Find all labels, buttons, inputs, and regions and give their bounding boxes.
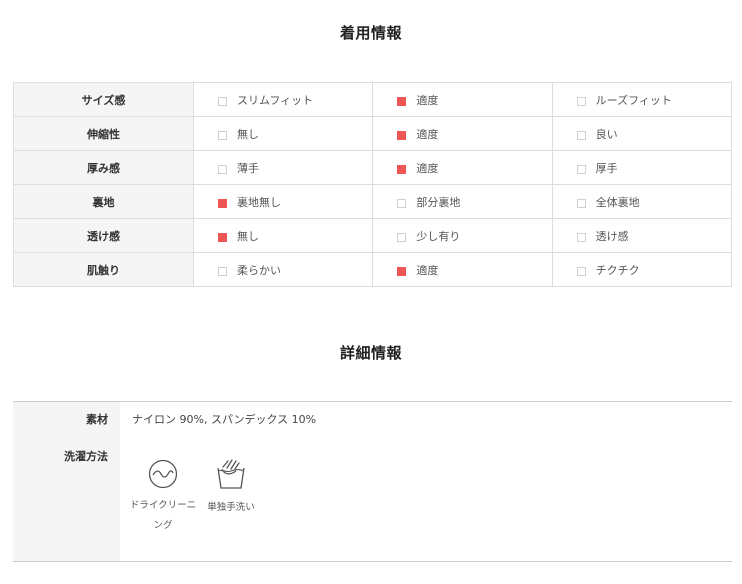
fit-row-label: 厚み感 <box>13 150 194 185</box>
detail-info-table: 素材 洗濯方法 ナイロン 90%, スパンデックス 10% ドライクリーニ ング… <box>13 401 732 562</box>
dry-clean-icon <box>125 458 201 490</box>
fit-option: 適度 <box>373 262 551 278</box>
fit-option-label: スリムフィット <box>237 93 314 107</box>
fit-option: 柔らかい <box>194 262 372 278</box>
fit-option-cell: チクチク <box>551 252 733 287</box>
fit-option-label: 適度 <box>416 127 439 141</box>
fit-option: 無し <box>194 228 372 244</box>
checked-box-icon <box>397 96 407 106</box>
fit-row: サイズ感 スリムフィット 適度 ルーズフィット <box>13 82 733 117</box>
fit-option-cell: 部分裏地 <box>372 184 553 219</box>
fit-option-cell: スリムフィット <box>192 82 374 117</box>
fit-option-label: 無し <box>237 229 259 243</box>
checked-box-icon <box>397 266 407 276</box>
fit-option-label: 裏地無し <box>237 195 281 209</box>
fit-option-cell: 適度 <box>372 252 553 287</box>
wash-item-dry-clean: ドライクリーニ ング <box>125 458 201 536</box>
unchecked-box-icon <box>576 198 586 208</box>
fit-option: 少し有り <box>373 228 551 244</box>
fit-row: 裏地 裏地無し 部分裏地 全体裏地 <box>13 184 733 219</box>
washing-label: 洗濯方法 <box>64 450 108 463</box>
fit-option: 無し <box>194 126 372 142</box>
checked-box-icon <box>218 198 227 208</box>
detail-label-column: 素材 洗濯方法 <box>13 402 120 561</box>
fit-option-label: 薄手 <box>237 161 259 175</box>
unchecked-box-icon <box>397 198 407 208</box>
fit-option-cell: 適度 <box>372 150 553 185</box>
checked-box-icon <box>397 130 407 140</box>
fit-option: 適度 <box>373 126 551 142</box>
fit-option-label: 適度 <box>416 161 439 175</box>
fit-option: ルーズフィット <box>553 92 731 108</box>
fit-option-cell: 薄手 <box>192 150 374 185</box>
fit-option-label: 適度 <box>416 263 439 277</box>
fit-row-label: 透け感 <box>13 218 194 253</box>
wash-label-line: ング <box>153 520 173 531</box>
fit-option-cell: 無し <box>192 116 374 151</box>
unchecked-box-icon <box>218 266 227 276</box>
wash-item-hand-wash: 単独手洗い <box>193 458 269 518</box>
fit-option-label: 透け感 <box>595 229 629 243</box>
fit-option-cell: 適度 <box>372 116 553 151</box>
unchecked-box-icon <box>218 164 227 174</box>
fit-info-table: サイズ感 スリムフィット 適度 ルーズフィット 伸縮性 無し 適度 良い 厚み感 薄手 適度 厚手 裏地… <box>13 82 733 287</box>
wash-label-line: ドライクリーニ <box>129 500 197 511</box>
fit-option: 裏地無し <box>194 194 372 210</box>
unchecked-box-icon <box>576 232 586 242</box>
fit-option-label: 無し <box>237 127 259 141</box>
fit-row: 透け感 無し 少し有り 透け感 <box>13 218 733 253</box>
fit-option-label: ルーズフィット <box>595 93 672 107</box>
fit-option-cell: 厚手 <box>551 150 733 185</box>
fit-option: 適度 <box>373 160 551 176</box>
fit-option: チクチク <box>553 262 731 278</box>
fit-option-cell: 少し有り <box>372 218 553 253</box>
fit-option-label: チクチク <box>595 263 640 277</box>
fit-option: 全体裏地 <box>553 194 731 210</box>
wash-label-line: 単独手洗い <box>207 502 255 513</box>
fit-option-cell: 無し <box>192 218 374 253</box>
fit-option-label: 全体裏地 <box>595 195 640 209</box>
fit-option-label: 部分裏地 <box>416 195 461 209</box>
fit-option-label: 少し有り <box>416 229 461 243</box>
checked-box-icon <box>218 232 227 242</box>
fit-option-label: 柔らかい <box>237 263 281 277</box>
fit-option-cell: 裏地無し <box>192 184 374 219</box>
unchecked-box-icon <box>576 164 586 174</box>
fit-option: 部分裏地 <box>373 194 551 210</box>
fit-row-label: 伸縮性 <box>13 116 194 151</box>
fit-row-label: 裏地 <box>13 184 194 219</box>
fit-option: 適度 <box>373 92 551 108</box>
fit-option: スリムフィット <box>194 92 372 108</box>
fit-option-cell: 良い <box>551 116 733 151</box>
fit-option-label: 適度 <box>416 93 439 107</box>
fit-option-cell: 全体裏地 <box>551 184 733 219</box>
hand-wash-icon <box>193 458 269 492</box>
fit-row-label: サイズ感 <box>13 82 194 117</box>
fit-row-label: 肌触り <box>13 252 194 287</box>
fit-option-cell: 透け感 <box>551 218 733 253</box>
fit-option: 薄手 <box>194 160 372 176</box>
checked-box-icon <box>397 164 407 174</box>
fit-row: 肌触り 柔らかい 適度 チクチク <box>13 252 733 287</box>
fit-option-cell: ルーズフィット <box>551 82 733 117</box>
fit-option-label: 良い <box>595 127 618 141</box>
unchecked-box-icon <box>576 130 586 140</box>
unchecked-box-icon <box>576 96 586 106</box>
unchecked-box-icon <box>218 130 227 140</box>
detail-info-title: 詳細情報 <box>339 344 402 362</box>
unchecked-box-icon <box>397 232 407 242</box>
fit-info-title: 着用情報 <box>339 24 402 42</box>
unchecked-box-icon <box>218 96 227 106</box>
fit-row: 厚み感 薄手 適度 厚手 <box>13 150 733 185</box>
fit-option: 良い <box>553 126 731 142</box>
fit-option-cell: 適度 <box>372 82 553 117</box>
material-value: ナイロン 90%, スパンデックス 10% <box>132 413 317 426</box>
fit-option-label: 厚手 <box>595 161 618 175</box>
fit-option: 透け感 <box>553 228 731 244</box>
fit-row: 伸縮性 無し 適度 良い <box>13 116 733 151</box>
fit-option-cell: 柔らかい <box>192 252 374 287</box>
fit-option: 厚手 <box>553 160 731 176</box>
unchecked-box-icon <box>576 266 586 276</box>
material-label: 素材 <box>86 413 108 426</box>
